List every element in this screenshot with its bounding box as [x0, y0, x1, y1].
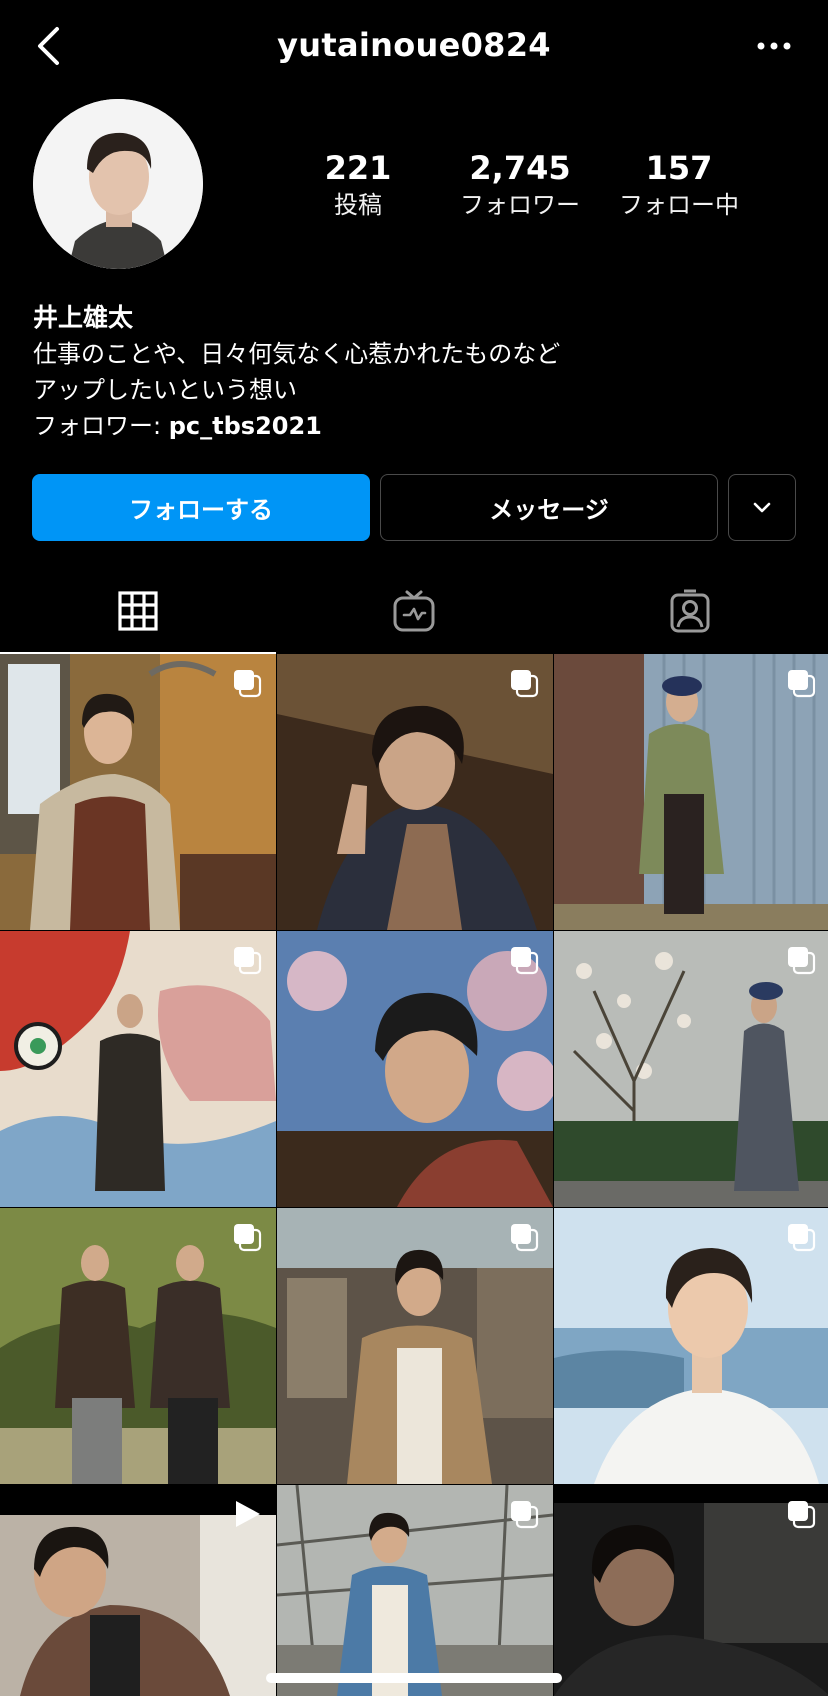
carousel-icon: [509, 1222, 539, 1256]
bio-line: 仕事のことや、日々何気なく心惹かれたものなど: [33, 340, 561, 368]
post-2[interactable]: [277, 654, 553, 930]
posts-grid: [0, 654, 828, 1696]
post-11[interactable]: [277, 1485, 553, 1696]
tab-igtv[interactable]: [276, 568, 552, 654]
posts-count-value: 221: [324, 149, 392, 187]
tab-tagged[interactable]: [552, 568, 828, 654]
followers-count-label: フォロワー: [460, 191, 580, 219]
tab-grid[interactable]: [0, 568, 276, 654]
post-12[interactable]: [554, 1485, 828, 1696]
ellipsis-icon: [757, 42, 791, 50]
igtv-icon: [393, 590, 435, 632]
carousel-icon: [786, 945, 816, 979]
carousel-icon: [232, 945, 262, 979]
post-7[interactable]: [0, 1208, 276, 1484]
carousel-icon: [232, 1222, 262, 1256]
carousel-icon: [786, 1222, 816, 1256]
carousel-icon: [509, 668, 539, 702]
post-5[interactable]: [277, 931, 553, 1207]
post-6[interactable]: [554, 931, 828, 1207]
followers-count[interactable]: 2,745 フォロワー: [445, 148, 595, 222]
carousel-icon: [509, 945, 539, 979]
tagged-icon: [670, 589, 710, 633]
more-options-button[interactable]: [748, 28, 800, 64]
following-count[interactable]: 157 フォロー中: [604, 148, 754, 222]
followed-by[interactable]: フォロワー: pc_tbs2021: [33, 408, 322, 444]
profile-name: 井上雄太: [33, 303, 134, 332]
posts-count-label: 投稿: [334, 191, 382, 219]
carousel-icon: [509, 1499, 539, 1533]
chevron-down-icon: [753, 502, 771, 512]
post-10[interactable]: [0, 1485, 276, 1696]
home-indicator[interactable]: [266, 1673, 562, 1683]
profile-tabs: [0, 568, 828, 654]
suggested-dropdown-button[interactable]: [728, 474, 796, 541]
post-3[interactable]: [554, 654, 828, 930]
carousel-icon: [786, 668, 816, 702]
follow-button[interactable]: フォローする: [32, 474, 370, 541]
post-8[interactable]: [277, 1208, 553, 1484]
following-count-label: フォロー中: [619, 191, 739, 219]
reel-icon: [232, 1499, 262, 1533]
following-count-value: 157: [645, 149, 713, 187]
message-button[interactable]: メッセージ: [380, 474, 718, 541]
avatar[interactable]: [33, 99, 203, 269]
carousel-icon: [232, 668, 262, 702]
avatar-photo: [33, 99, 203, 269]
post-9[interactable]: [554, 1208, 828, 1484]
followed-by-prefix: フォロワー:: [33, 412, 169, 440]
followers-count-value: 2,745: [469, 149, 571, 187]
post-4[interactable]: [0, 931, 276, 1207]
profile-username: yutainoue0824: [277, 26, 551, 64]
bio-line: アップしたいという想い: [33, 376, 297, 404]
grid-icon: [118, 591, 158, 631]
followed-by-user: pc_tbs2021: [168, 412, 322, 440]
top-bar: yutainoue0824: [0, 0, 828, 92]
posts-count: 221 投稿: [283, 148, 433, 222]
post-1[interactable]: [0, 654, 276, 930]
carousel-icon: [786, 1499, 816, 1533]
